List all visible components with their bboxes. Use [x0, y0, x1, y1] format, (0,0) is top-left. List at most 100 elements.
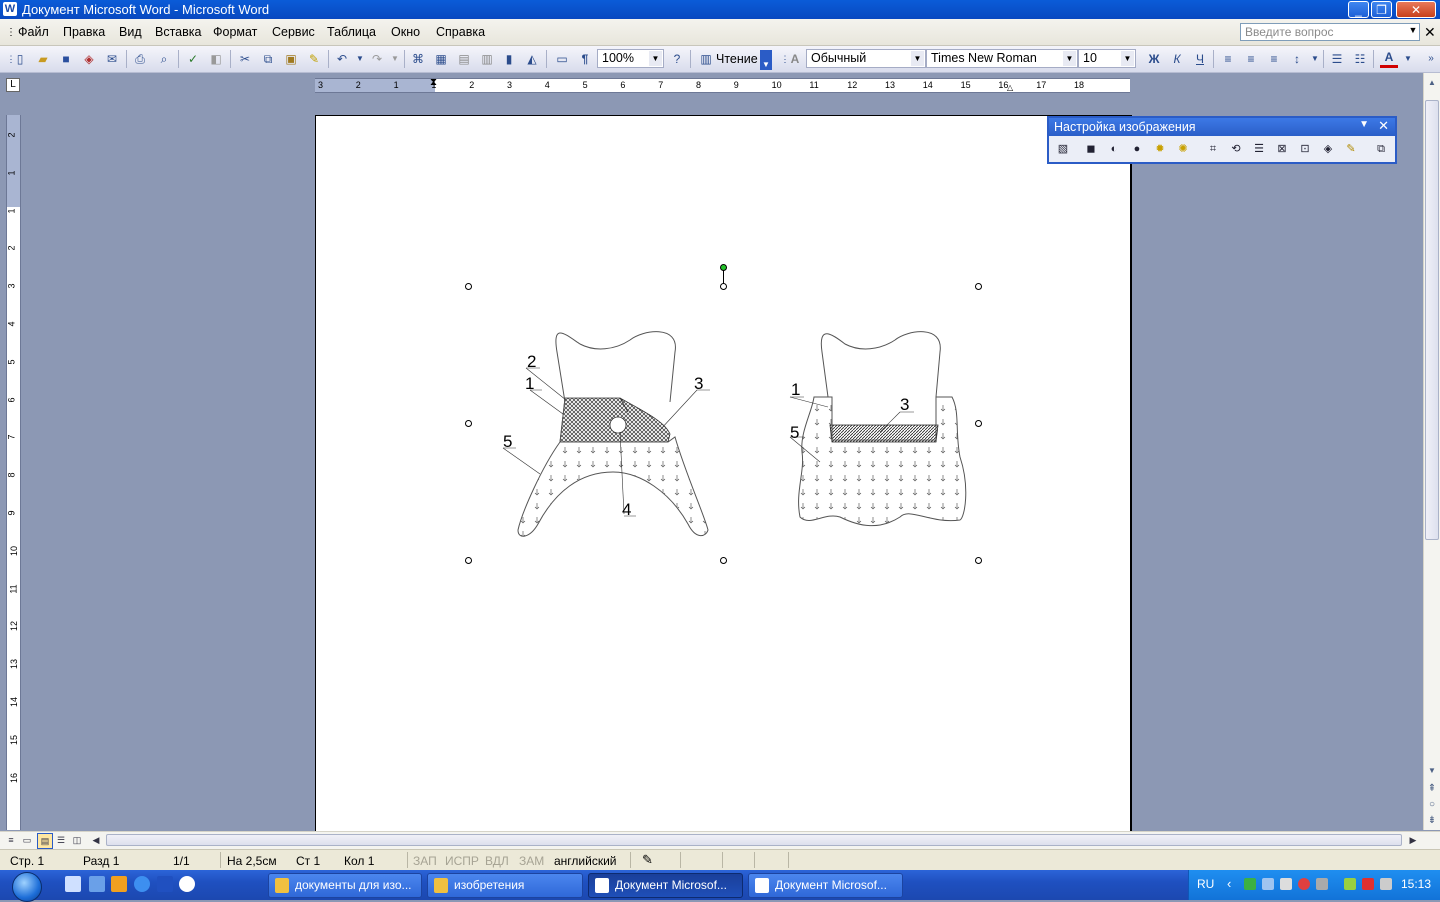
more-contrast-icon[interactable]: ◐ [1106, 141, 1122, 157]
reset-picture-icon[interactable]: ⧉ [1373, 141, 1389, 157]
status-overtype[interactable]: ЗАМ [519, 854, 544, 868]
previous-page-icon[interactable]: ⇞ [1424, 781, 1440, 797]
redo-dropdown-icon[interactable]: ▼ [386, 50, 404, 68]
app-panda-icon[interactable] [179, 876, 195, 892]
align-left-icon[interactable]: ≡ [1219, 50, 1237, 68]
tab-selector[interactable]: L [6, 78, 20, 92]
color-icon[interactable]: ◼ [1083, 141, 1099, 157]
toolbar-options-icon[interactable]: ▼ [760, 50, 772, 70]
close-icon[interactable]: ✕ [1378, 118, 1389, 134]
resize-handle[interactable] [975, 420, 982, 427]
menu-edit[interactable]: Правка [63, 25, 105, 39]
tables-borders-icon[interactable]: ▦ [432, 50, 450, 68]
status-record[interactable]: ЗАП [413, 854, 437, 868]
indent-marker-icon[interactable]: ⧗ [430, 77, 437, 88]
app-quicklaunch-icon[interactable] [157, 876, 173, 892]
scroll-up-icon[interactable]: ▲ [1424, 75, 1440, 91]
tray-device-icon[interactable] [1316, 878, 1328, 890]
window-switch-icon[interactable] [89, 876, 105, 892]
align-right-icon[interactable]: ≡ [1265, 50, 1283, 68]
menu-window[interactable]: Окно [391, 25, 420, 39]
scroll-right-icon[interactable]: ▶ [1406, 833, 1420, 847]
italic-button[interactable]: К [1168, 50, 1186, 68]
print-preview-icon[interactable]: ⌕ [155, 50, 173, 68]
style-select[interactable]: Обычный ▼ [806, 49, 926, 68]
chevron-down-icon[interactable]: ▼ [1359, 119, 1369, 130]
less-contrast-icon[interactable]: ● [1129, 141, 1145, 157]
reading-view-icon[interactable]: ◫ [70, 833, 84, 847]
tray-app-icon[interactable] [1280, 878, 1292, 890]
tray-security-icon[interactable] [1244, 878, 1256, 890]
menu-table[interactable]: Таблица [327, 25, 376, 39]
minimize-button[interactable]: _ [1348, 1, 1369, 18]
reading-layout-button[interactable]: Чтение [716, 52, 758, 66]
task-word-document[interactable]: Документ Microsof... [748, 873, 903, 898]
redo-icon[interactable]: ↷ [368, 50, 386, 68]
normal-view-icon[interactable]: ≡ [4, 833, 18, 847]
format-painter-icon[interactable]: ✎ [305, 50, 323, 68]
show-hide-icon[interactable]: ¶ [576, 50, 594, 68]
internet-explorer-icon[interactable] [134, 876, 150, 892]
tray-battery-icon[interactable] [1344, 878, 1356, 890]
vertical-ruler[interactable]: 2 1 1 2 3 4 5 6 7 8 9 10 11 12 13 14 15 16 [6, 115, 21, 830]
tray-antivirus-icon[interactable] [1298, 878, 1310, 890]
bold-button[interactable]: Ж [1145, 50, 1163, 68]
rotate-handle[interactable] [720, 264, 727, 271]
bullets-icon[interactable]: ☷ [1351, 50, 1369, 68]
resize-handle[interactable] [975, 283, 982, 290]
undo-dropdown-icon[interactable]: ▼ [351, 50, 369, 68]
set-transparent-color-icon[interactable]: ✎ [1343, 141, 1359, 157]
menu-format[interactable]: Формат [213, 25, 257, 39]
spelling-icon[interactable]: ✓ [184, 50, 202, 68]
menu-view[interactable]: Вид [119, 25, 142, 39]
open-icon[interactable]: ▰ [34, 50, 52, 68]
task-documents[interactable]: документы для изо... [268, 873, 422, 898]
crop-icon[interactable]: ⌗ [1205, 141, 1221, 157]
help-question-input[interactable]: Введите вопрос [1240, 23, 1420, 41]
font-color-button[interactable]: A [1380, 50, 1398, 68]
task-word-document-active[interactable]: Документ Microsof... [588, 873, 743, 898]
patent-figure[interactable]: 2 1 3 5 4 1 3 5 [460, 262, 990, 567]
more-brightness-icon[interactable]: ✹ [1152, 141, 1168, 157]
resize-handle[interactable] [465, 420, 472, 427]
paste-icon[interactable]: ▣ [282, 50, 300, 68]
document-map-icon[interactable]: ▭ [553, 50, 571, 68]
columns-icon[interactable]: ▮ [500, 50, 518, 68]
vertical-scroll-thumb[interactable] [1425, 100, 1439, 540]
resize-handle[interactable] [975, 557, 982, 564]
close-document-icon[interactable]: ✕ [1424, 24, 1436, 41]
menu-help[interactable]: Справка [436, 25, 485, 39]
vertical-scrollbar[interactable]: ▲ ▼ ⇞ ○ ⇟ [1423, 73, 1440, 830]
align-center-icon[interactable]: ≡ [1242, 50, 1260, 68]
restore-button[interactable]: ❐ [1371, 1, 1392, 18]
help-icon[interactable]: ? [668, 50, 686, 68]
hyperlink-icon[interactable]: ⌘ [409, 50, 427, 68]
text-wrapping-icon[interactable]: ⊡ [1297, 141, 1313, 157]
menu-insert[interactable]: Вставка [155, 25, 201, 39]
start-button[interactable] [0, 870, 58, 902]
status-extend[interactable]: ВДЛ [485, 854, 509, 868]
next-page-icon[interactable]: ⇟ [1424, 813, 1440, 829]
horizontal-scrollbar[interactable]: ≡ ▭ ▤ ☰ ◫ ◀ ▶ [0, 831, 1440, 849]
insert-table-icon[interactable]: ▤ [455, 50, 473, 68]
zoom-select[interactable]: 100% ▼ [597, 49, 664, 68]
line-spacing-dropdown-icon[interactable]: ▼ [1306, 50, 1324, 68]
picture-toolbar-header[interactable]: Настройка изображения ▼ ✕ [1049, 118, 1395, 136]
task-inventions[interactable]: изобретения [427, 873, 583, 898]
font-color-dropdown-icon[interactable]: ▼ [1399, 50, 1417, 68]
numbering-icon[interactable]: ☰ [1328, 50, 1346, 68]
rotate-left-icon[interactable]: ⟲ [1228, 141, 1244, 157]
styles-formatting-icon[interactable]: A [786, 50, 804, 68]
menu-file[interactable]: Файл [18, 25, 49, 39]
status-track-changes[interactable]: ИСПР [445, 854, 479, 868]
less-brightness-icon[interactable]: ✺ [1175, 141, 1191, 157]
resize-handle[interactable] [465, 557, 472, 564]
font-select[interactable]: Times New Roman ▼ [926, 49, 1078, 68]
menu-tools[interactable]: Сервис [272, 25, 315, 39]
status-language[interactable]: английский [554, 854, 616, 868]
underline-button[interactable]: Ч [1191, 50, 1209, 68]
scroll-left-icon[interactable]: ◀ [89, 833, 103, 847]
resize-handle[interactable] [720, 283, 727, 290]
toolbar-more-icon[interactable]: » [1422, 50, 1440, 68]
insert-picture-icon[interactable]: ▧ [1055, 141, 1071, 157]
